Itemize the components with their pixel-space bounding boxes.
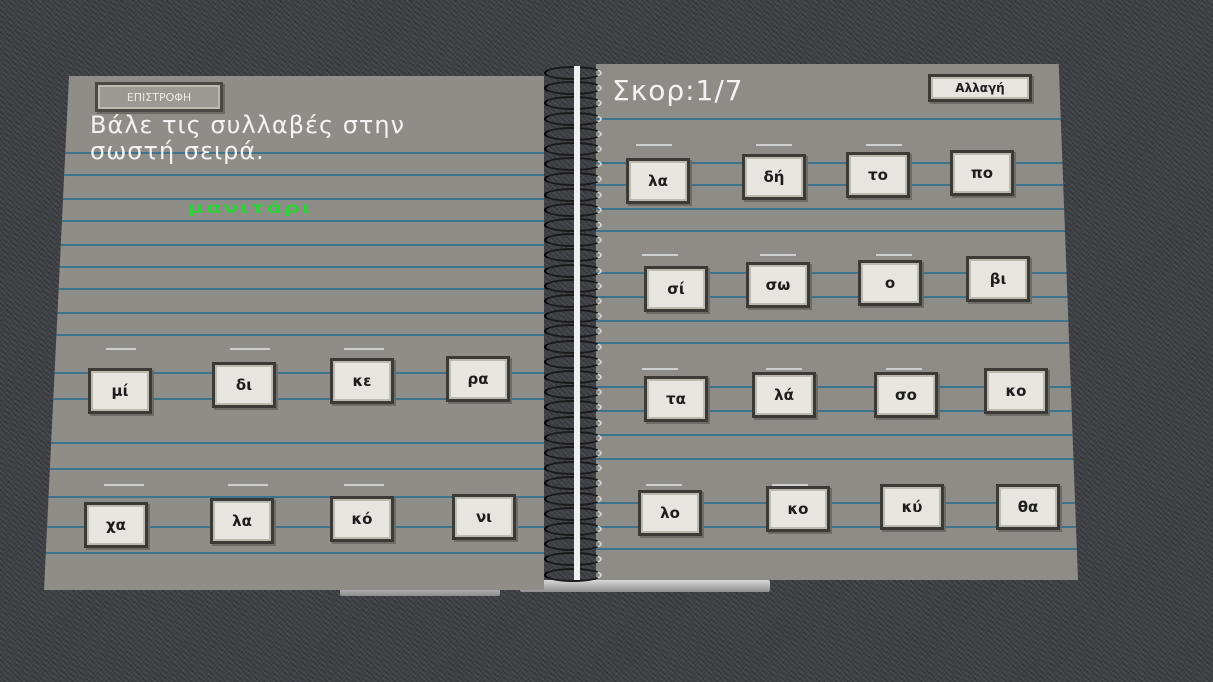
ruled-line	[44, 468, 544, 470]
spiral-ring	[544, 142, 602, 156]
spiral-ring	[544, 157, 602, 172]
ruled-line	[44, 442, 544, 444]
syllable-tile[interactable]: νι	[452, 494, 516, 540]
ruled-line	[44, 174, 544, 176]
spiral-ring	[544, 446, 602, 460]
ruled-line	[596, 230, 1078, 232]
spiral-ring	[544, 202, 602, 217]
ruled-dash	[106, 348, 136, 350]
spiral-ring	[544, 506, 602, 521]
syllable-tile[interactable]: χα	[84, 502, 148, 548]
spiral-ring	[544, 400, 602, 415]
syllable-tile[interactable]: κο	[766, 486, 830, 532]
syllable-tile[interactable]: βι	[966, 256, 1030, 302]
ruled-dash	[876, 254, 912, 256]
spiral-ring	[544, 66, 602, 80]
spiral-ring	[544, 370, 602, 384]
answer-word: μανιτάρι	[188, 199, 313, 218]
spiral-ring	[544, 126, 602, 141]
syllable-tile[interactable]: δι	[212, 362, 276, 408]
ruled-line	[596, 434, 1078, 436]
ruled-line	[596, 118, 1078, 120]
syllable-tile[interactable]: ρα	[446, 356, 510, 402]
ruled-line	[596, 548, 1078, 550]
spiral-ring	[544, 278, 602, 293]
spiral-ring	[544, 309, 602, 324]
ruled-line	[44, 334, 544, 336]
spiral-ring	[544, 172, 602, 187]
spiral-ring	[544, 263, 602, 278]
ruled-line	[44, 288, 544, 290]
ruled-dash	[228, 484, 268, 486]
ruled-line	[596, 458, 1078, 460]
syllable-tile[interactable]: πο	[950, 150, 1014, 196]
ruled-dash	[866, 144, 902, 146]
syllable-tile[interactable]: λα	[210, 498, 274, 544]
syllable-tile[interactable]: λο	[638, 490, 702, 536]
syllable-tile[interactable]: σί	[644, 266, 708, 312]
ruled-dash	[760, 254, 796, 256]
spiral-ring	[544, 324, 602, 339]
back-button[interactable]: ΕΠΙΣΤΡΟΦΗ	[95, 82, 223, 112]
spiral-ring	[544, 294, 602, 308]
syllable-tile[interactable]: το	[846, 152, 910, 198]
spiral-binding	[540, 66, 602, 586]
syllable-tile[interactable]: κο	[984, 368, 1048, 414]
spiral-ring	[544, 415, 602, 430]
ruled-dash	[646, 484, 682, 486]
ruled-dash	[344, 348, 384, 350]
ruled-dash	[642, 254, 678, 256]
ruled-dash	[636, 144, 672, 146]
instruction-text: Βάλε τις συλλαβές στην σωστή σειρά.	[90, 111, 405, 165]
spiral-ring	[544, 537, 602, 552]
ruled-line	[44, 312, 544, 314]
syllable-tile[interactable]: κε	[330, 358, 394, 404]
ruled-dash	[230, 348, 270, 350]
syllable-tile[interactable]: κό	[330, 496, 394, 542]
spiral-ring	[544, 430, 602, 445]
syllable-tile[interactable]: ο	[858, 260, 922, 306]
ruled-line	[44, 220, 544, 222]
spiral-ring	[544, 111, 602, 126]
spiral-ring	[544, 567, 602, 582]
spiral-ring	[544, 385, 602, 400]
ruled-line	[596, 342, 1078, 344]
spiral-ring	[544, 339, 602, 354]
ruled-dash	[642, 368, 678, 370]
ruled-line	[596, 208, 1078, 210]
ruled-line	[44, 244, 544, 246]
spiral-ring	[544, 491, 602, 506]
score-display: Σκορ:1/7	[612, 74, 744, 107]
syllable-tile[interactable]: τα	[644, 376, 708, 422]
spiral-ring	[544, 552, 602, 567]
ruled-dash	[886, 368, 922, 370]
change-button[interactable]: Αλλαγή	[928, 74, 1032, 102]
syllable-tile[interactable]: δή	[742, 154, 806, 200]
ruled-line	[596, 320, 1078, 322]
syllable-tile[interactable]: λά	[752, 372, 816, 418]
spiral-ring	[544, 187, 602, 202]
syllable-tile[interactable]: λα	[626, 158, 690, 204]
spiral-ring	[544, 522, 602, 536]
syllable-tile[interactable]: κύ	[880, 484, 944, 530]
spiral-ring	[544, 354, 602, 369]
spiral-ring	[544, 461, 602, 476]
spiral-ring	[544, 248, 602, 263]
ruled-dash	[766, 368, 802, 370]
ruled-dash	[344, 484, 384, 486]
ruled-dash	[104, 484, 144, 486]
ruled-dash	[756, 144, 792, 146]
syllable-tile[interactable]: μί	[88, 368, 152, 414]
book-spine	[574, 66, 580, 580]
syllable-tile[interactable]: σο	[874, 372, 938, 418]
spiral-ring	[544, 81, 602, 96]
spiral-ring	[544, 96, 602, 111]
syllable-tile[interactable]: θα	[996, 484, 1060, 530]
syllable-tile[interactable]: σω	[746, 262, 810, 308]
spiral-ring	[544, 218, 602, 232]
ruled-line	[44, 266, 544, 268]
ruled-line	[44, 552, 544, 554]
spiral-ring	[544, 233, 602, 248]
spiral-ring	[544, 476, 602, 491]
